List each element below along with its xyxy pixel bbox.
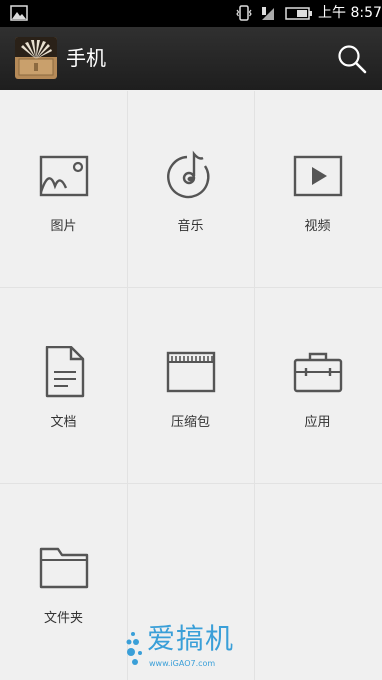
app-briefcase-icon — [293, 352, 343, 393]
category-grid: 图片 音乐 视频 文档 压缩包 应用 文件夹 — [0, 91, 382, 680]
status-time: 上午 8:57 — [318, 5, 382, 21]
app-bar: 手机 — [0, 27, 382, 90]
vibrate-icon — [236, 5, 252, 21]
battery-icon — [285, 7, 312, 20]
category-documents[interactable]: 文档 — [0, 287, 127, 483]
video-icon — [293, 155, 343, 197]
category-label: 音乐 — [177, 219, 204, 234]
image-thumbnail-icon — [10, 5, 28, 21]
category-images[interactable]: 图片 — [0, 91, 127, 287]
watermark-dots-icon — [126, 632, 142, 665]
page-title: 手机 — [66, 46, 106, 70]
watermark: 爱搞机 www.iGAO7.com — [125, 622, 265, 674]
status-bar: 上午 8:57 — [0, 0, 382, 27]
category-video[interactable]: 视频 — [254, 91, 381, 287]
archive-icon — [166, 351, 216, 393]
folder-icon — [39, 547, 89, 589]
category-apps[interactable]: 应用 — [254, 287, 381, 483]
image-icon — [39, 155, 89, 197]
file-manager-app-icon[interactable] — [15, 37, 57, 79]
category-label: 文档 — [50, 415, 77, 430]
category-folders[interactable]: 文件夹 — [0, 483, 127, 679]
category-label: 视频 — [304, 219, 331, 234]
document-icon — [45, 346, 85, 398]
empty-cell — [254, 483, 381, 679]
category-music[interactable]: 音乐 — [127, 91, 254, 287]
category-archives[interactable]: 压缩包 — [127, 287, 254, 483]
category-label: 图片 — [50, 219, 77, 234]
signal-icon — [262, 7, 274, 20]
search-icon[interactable] — [336, 43, 368, 75]
music-icon — [167, 150, 210, 199]
category-label: 压缩包 — [170, 415, 210, 430]
category-label: 应用 — [304, 415, 331, 430]
category-label: 文件夹 — [43, 611, 83, 626]
watermark-url: www.iGAO7.com — [149, 659, 216, 668]
watermark-brand: 爱搞机 — [147, 622, 235, 655]
